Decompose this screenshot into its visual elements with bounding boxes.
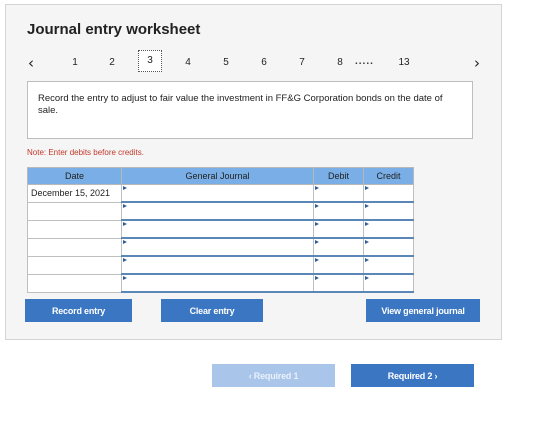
header-debit: Debit [313, 167, 364, 185]
table-header-row: Date General Journal Debit Credit [27, 167, 414, 185]
worksheet-panel: Journal entry worksheet ‹ 1 2 3 4 5 6 7 … [5, 4, 502, 340]
page-4[interactable]: 4 [181, 57, 195, 69]
credit-input[interactable] [363, 219, 414, 239]
debit-input[interactable] [313, 201, 364, 221]
header-date: Date [27, 167, 122, 185]
date-cell [27, 255, 122, 275]
date-cell: December 15, 2021 [27, 184, 122, 203]
prev-page-icon[interactable]: ‹ [28, 55, 34, 71]
record-entry-button[interactable]: Record entry [25, 299, 132, 322]
view-general-journal-button[interactable]: View general journal [366, 299, 480, 322]
account-input[interactable] [121, 184, 314, 203]
table-row: December 15, 2021 [27, 184, 414, 203]
page-6[interactable]: 6 [257, 57, 271, 69]
header-credit: Credit [363, 167, 414, 185]
required-1-button: ‹ Required 1 [212, 364, 335, 387]
table-row [27, 219, 414, 239]
account-input[interactable] [121, 201, 314, 221]
credit-input[interactable] [363, 237, 414, 257]
worksheet-title: Journal entry worksheet [27, 21, 201, 38]
account-input[interactable] [121, 237, 314, 257]
date-cell [27, 219, 122, 239]
note-text: Note: Enter debits before credits. [27, 148, 144, 157]
journal-table: Date General Journal Debit Credit Decemb… [27, 167, 414, 293]
page-8[interactable]: 8 [333, 57, 347, 69]
page-5[interactable]: 5 [219, 57, 233, 69]
credit-input[interactable] [363, 273, 414, 293]
table-row [27, 255, 414, 275]
page-ellipsis: ..... [355, 56, 374, 67]
credit-input[interactable] [363, 255, 414, 275]
debit-input[interactable] [313, 255, 364, 275]
instruction-box: Record the entry to adjust to fair value… [27, 81, 473, 139]
header-general-journal: General Journal [121, 167, 314, 185]
page-13[interactable]: 13 [395, 57, 413, 69]
date-cell [27, 201, 122, 221]
debit-input[interactable] [313, 219, 364, 239]
clear-entry-button[interactable]: Clear entry [161, 299, 263, 322]
debit-input[interactable] [313, 184, 364, 203]
table-row [27, 201, 414, 221]
table-row [27, 273, 414, 293]
date-cell [27, 273, 122, 293]
credit-input[interactable] [363, 201, 414, 221]
required-2-button[interactable]: Required 2 › [351, 364, 474, 387]
account-input[interactable] [121, 255, 314, 275]
next-page-icon[interactable]: › [474, 55, 480, 71]
account-input[interactable] [121, 273, 314, 293]
debit-input[interactable] [313, 273, 364, 293]
page-3-active[interactable]: 3 [138, 50, 162, 72]
page-1[interactable]: 1 [68, 57, 82, 69]
debit-input[interactable] [313, 237, 364, 257]
page-2[interactable]: 2 [105, 57, 119, 69]
date-cell [27, 237, 122, 257]
credit-input[interactable] [363, 184, 414, 203]
table-row [27, 237, 414, 257]
page-7[interactable]: 7 [295, 57, 309, 69]
account-input[interactable] [121, 219, 314, 239]
page-navigator: ‹ 1 2 3 4 5 6 7 8 ..... 13 › [6, 50, 503, 75]
